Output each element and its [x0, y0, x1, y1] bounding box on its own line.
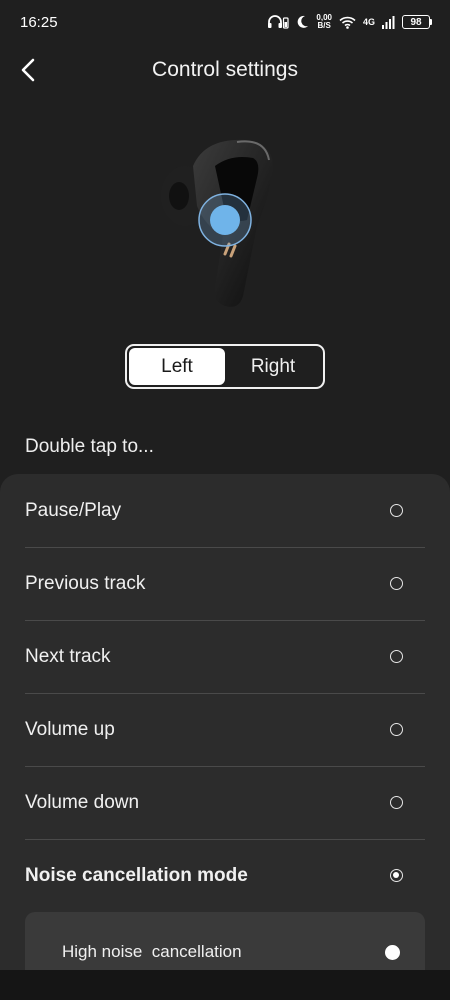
radio-button[interactable]	[390, 504, 403, 517]
radio-button[interactable]	[390, 723, 403, 736]
earbud-illustration	[0, 126, 450, 326]
option-next-track[interactable]: Next track	[25, 620, 425, 693]
wifi-icon	[339, 16, 356, 29]
tap-indicator	[210, 205, 240, 235]
radio-button-selected[interactable]	[390, 869, 403, 882]
option-label: Volume up	[25, 718, 115, 740]
sub-option-label: High noise cancellation	[62, 942, 242, 961]
earbud-image	[161, 139, 274, 307]
network-type: 4G	[362, 17, 375, 27]
option-label: Previous track	[25, 572, 146, 594]
radio-button[interactable]	[390, 650, 403, 663]
status-bar: 16:25 0,00 B/S 4G 98	[0, 0, 450, 44]
network-speed: 0,00 B/S	[316, 14, 332, 30]
sub-option-selected-indicator[interactable]	[385, 944, 400, 960]
chevron-left-icon	[21, 58, 35, 82]
section-label: Double tap to...	[25, 436, 154, 457]
battery-level: 98	[402, 15, 430, 29]
toggle-right[interactable]: Right	[225, 348, 321, 385]
status-time: 16:25	[20, 13, 58, 31]
option-pause-play[interactable]: Pause/Play	[25, 474, 425, 547]
option-noise-cancellation-mode[interactable]: Noise cancellation mode	[25, 839, 425, 912]
back-button[interactable]	[12, 54, 44, 86]
sub-option-high-noise-cancellation[interactable]: High noise cancellation	[62, 932, 400, 972]
option-label: Noise cancellation mode	[25, 864, 248, 886]
page-title: Control settings	[152, 58, 298, 81]
radio-button[interactable]	[390, 577, 403, 590]
option-label: Pause/Play	[25, 499, 122, 521]
system-nav-bar	[0, 970, 450, 1000]
battery-icon: 98	[402, 15, 432, 29]
side-toggle: Left Right	[125, 344, 325, 389]
app-header: Control settings	[0, 44, 450, 96]
option-volume-down[interactable]: Volume down	[25, 766, 425, 839]
signal-icon	[382, 15, 395, 29]
battery-tip	[430, 19, 432, 25]
headphones-battery-icon	[268, 15, 290, 29]
radio-button[interactable]	[390, 796, 403, 809]
speed-unit: B/S	[317, 21, 331, 30]
option-volume-up[interactable]: Volume up	[25, 693, 425, 766]
options-panel: Pause/Play Previous track Next track Vol…	[0, 474, 450, 1000]
option-previous-track[interactable]: Previous track	[25, 547, 425, 620]
option-label: Volume down	[25, 791, 140, 813]
moon-icon	[298, 15, 309, 28]
status-icons: 0,00 B/S 4G 98	[267, 14, 432, 30]
option-label: Next track	[25, 645, 111, 667]
toggle-left[interactable]: Left	[129, 348, 225, 385]
